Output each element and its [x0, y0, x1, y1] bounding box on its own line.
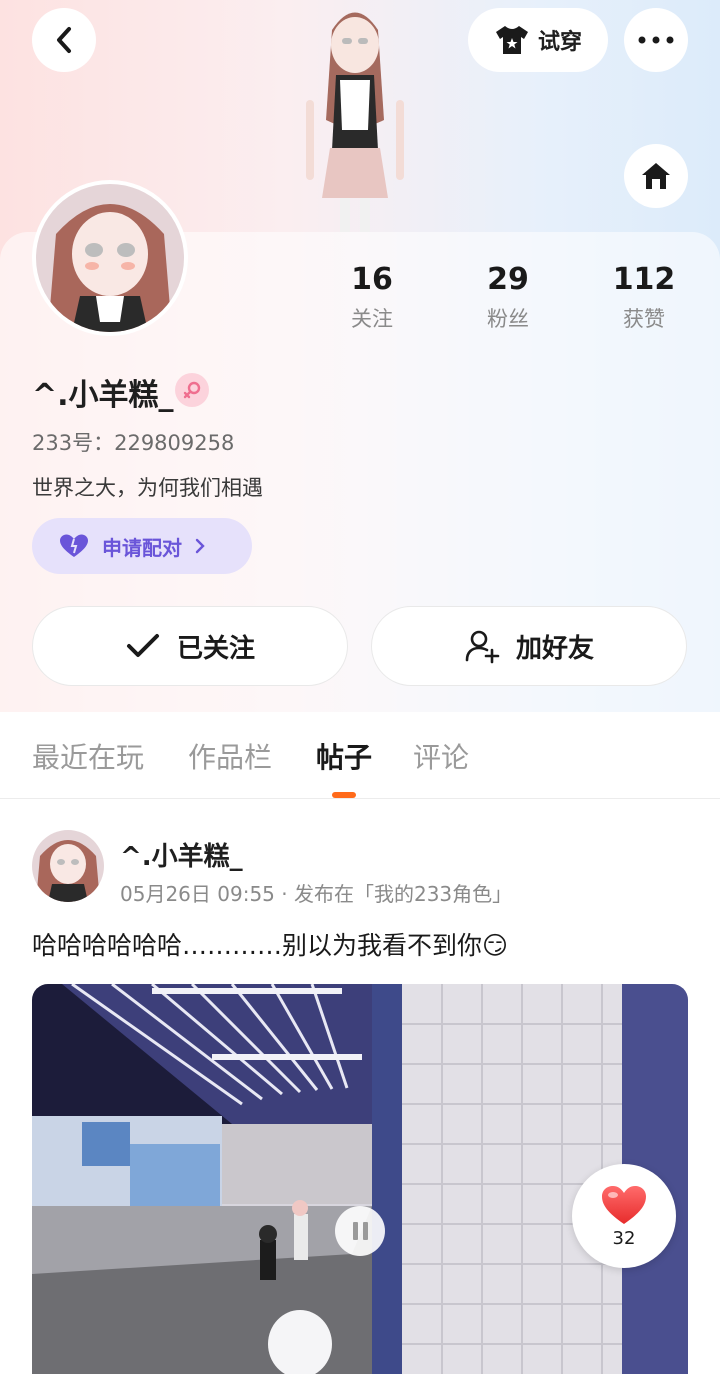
tab-comments[interactable]: 评论	[413, 736, 469, 776]
stat-followers[interactable]: 29 粉丝	[448, 262, 568, 333]
pause-button[interactable]	[335, 1206, 385, 1256]
add-friend-button[interactable]: 加好友	[371, 606, 687, 686]
heart-icon	[60, 534, 88, 557]
stat-likes-label: 获赞	[623, 307, 665, 331]
apply-match-label: 申请配对	[102, 535, 182, 560]
profile-bio: 世界之大，为何我们相遇	[32, 476, 263, 500]
stat-likes[interactable]: 112 获赞	[584, 262, 704, 333]
followed-label: 已关注	[176, 633, 255, 664]
tab-recently-played[interactable]: 最近在玩	[32, 736, 144, 776]
more-dots-icon	[638, 36, 674, 44]
like-button[interactable]: 32	[572, 1164, 676, 1268]
try-on-label: 试穿	[537, 30, 582, 55]
tabs-divider	[0, 798, 720, 799]
home-icon	[642, 163, 670, 189]
stat-following-count: 16	[351, 262, 393, 297]
post-meta: 05月26日 09:55 · 发布在「我的233角色」	[120, 882, 513, 906]
stat-likes-count: 112	[612, 262, 676, 297]
heart-icon	[602, 1185, 646, 1224]
like-count: 32	[612, 1227, 636, 1249]
user-id: 233号：229809258	[32, 431, 235, 455]
more-button[interactable]	[624, 8, 688, 72]
tshirt-icon	[495, 26, 528, 54]
post-author-avatar[interactable]	[32, 830, 104, 902]
stat-followers-count: 29	[487, 262, 529, 297]
chevron-right-icon	[195, 538, 205, 554]
stat-following[interactable]: 16 关注	[312, 262, 432, 333]
female-gender-icon	[175, 373, 209, 407]
add-friend-label: 加好友	[515, 633, 594, 664]
tab-works[interactable]: 作品栏	[188, 736, 272, 776]
add-user-icon	[465, 630, 500, 664]
avatar[interactable]	[32, 180, 188, 336]
back-button[interactable]	[32, 8, 96, 72]
stat-following-label: 关注	[351, 307, 393, 331]
try-on-button[interactable]: 试穿	[468, 8, 608, 72]
post-author-name[interactable]: ^.小羊糕_	[120, 836, 243, 873]
pause-icon	[352, 1222, 358, 1240]
chevron-left-icon	[57, 27, 71, 53]
tab-posts[interactable]: 帖子	[316, 736, 372, 776]
apply-match-button[interactable]: 申请配对	[32, 518, 252, 574]
post-text: 哈哈哈哈哈哈…………别以为我看不到你😏	[32, 931, 509, 960]
checkmark-icon	[126, 634, 159, 657]
followed-button[interactable]: 已关注	[32, 606, 348, 686]
avatar-image	[36, 184, 184, 332]
profile-name: ^.小羊糕_	[32, 378, 174, 413]
home-button[interactable]	[624, 144, 688, 208]
character-3d-figure	[306, 12, 404, 232]
stat-followers-label: 粉丝	[487, 307, 529, 331]
